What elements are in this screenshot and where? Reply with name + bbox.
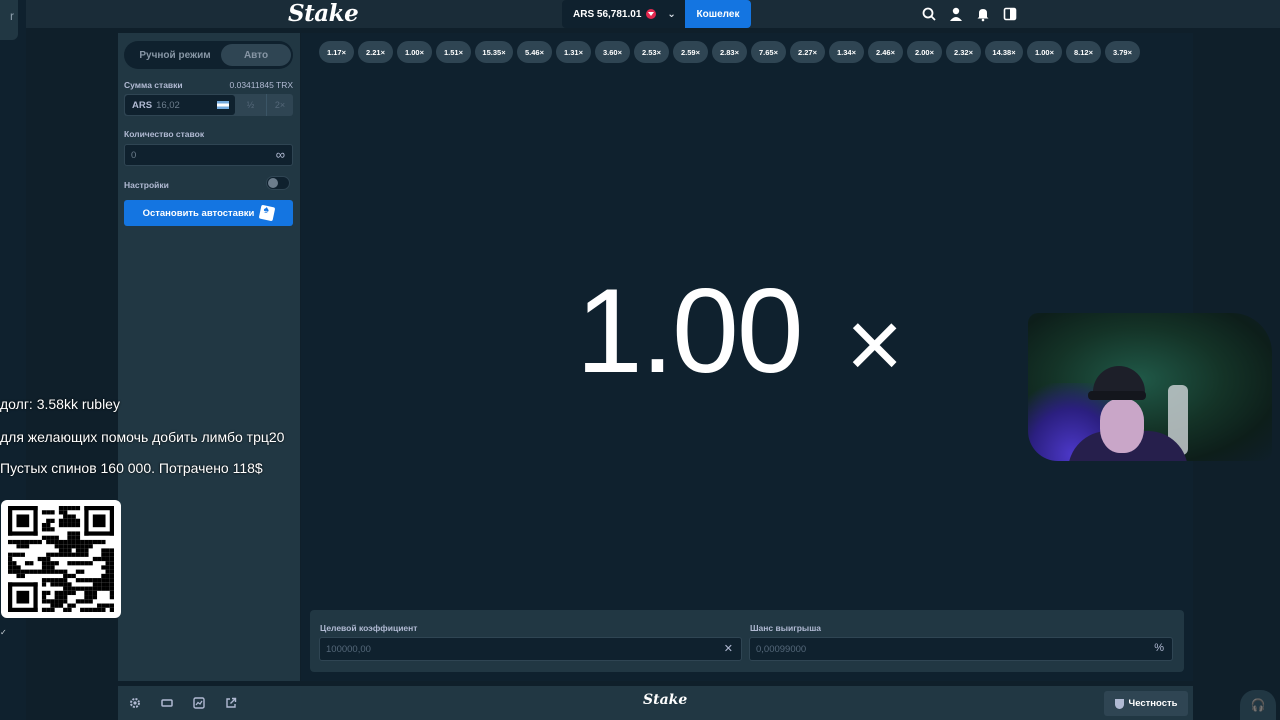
balance-selector[interactable]: ARS 56,781.01 ⌄: [562, 0, 686, 28]
history-chip[interactable]: 2.27×: [790, 41, 825, 63]
streamer-webcam: [1028, 313, 1272, 461]
settings-toggle[interactable]: [266, 176, 290, 190]
cards-icon: [259, 204, 276, 222]
balance-amount: ARS 56,781.01: [573, 8, 642, 20]
popout-icon[interactable]: [225, 697, 237, 709]
history-chip[interactable]: 2.46×: [868, 41, 903, 63]
settings-label: Настройки: [124, 180, 169, 190]
game-inputs: Целевой коэффициент 100000,00 ✕ Шанс выи…: [310, 610, 1184, 672]
fairness-label: Честность: [1128, 698, 1178, 709]
stats-icon[interactable]: [193, 697, 205, 709]
chevron-down-icon: ⌄: [667, 8, 676, 20]
target-multiplier-label: Целевой коэффициент: [320, 623, 418, 633]
history-chip[interactable]: 1.51×: [436, 41, 471, 63]
check-mark-icon: ✓: [0, 628, 7, 637]
history-chip[interactable]: 3.60×: [595, 41, 630, 63]
history-chip[interactable]: 2.00×: [907, 41, 942, 63]
overlay-spins-text: Пустых спинов 160 000. Потрачено 118$: [0, 460, 263, 476]
footer-stake-logo: Stake: [643, 692, 688, 708]
user-icon[interactable]: [948, 6, 964, 22]
game-footer: Stake Честность: [118, 686, 1193, 720]
history-chip[interactable]: 15.35×: [475, 41, 513, 63]
history-chip[interactable]: 2.83×: [712, 41, 747, 63]
bet-control-panel: Ручной режим Авто Сумма ставки 0.0341184…: [118, 33, 300, 681]
bet-count-value: 0: [131, 149, 137, 161]
bet-count-input[interactable]: 0 ∞: [124, 144, 293, 166]
live-support-icon[interactable]: 🎧: [1240, 690, 1276, 720]
history-chip[interactable]: 1.34×: [829, 41, 864, 63]
argentina-flag-icon: [217, 101, 229, 109]
sidebar-toggle-icon[interactable]: [1002, 6, 1018, 22]
win-chance-value: 0,00099000: [756, 643, 807, 655]
overlay-debt-text: долг: 3.58kk rubley: [0, 396, 120, 412]
bet-amount-row: ARS 16,02 ½ 2×: [124, 94, 293, 116]
search-icon[interactable]: [921, 6, 937, 22]
tab-auto[interactable]: Авто: [221, 44, 291, 66]
clear-icon[interactable]: ✕: [724, 642, 733, 655]
history-chip[interactable]: 5.46×: [517, 41, 552, 63]
history-chip[interactable]: 2.53×: [634, 41, 669, 63]
bet-amount-crypto: 0.03411845 TRX: [229, 80, 293, 90]
percent-icon: %: [1154, 642, 1164, 654]
bet-currency: ARS: [132, 99, 153, 111]
mode-switch: Ручной режим Авто: [124, 41, 293, 69]
shield-icon: [1114, 698, 1124, 709]
history-chip[interactable]: 1.17×: [319, 41, 354, 63]
target-multiplier-input[interactable]: 100000,00 ✕: [319, 637, 742, 661]
bet-count-label: Количество ставок: [124, 129, 205, 139]
history-chip[interactable]: 7.65×: [751, 41, 786, 63]
theater-mode-icon[interactable]: [161, 697, 173, 709]
history-chip[interactable]: 2.32×: [946, 41, 981, 63]
history-chip[interactable]: 1.31×: [556, 41, 591, 63]
history-chip[interactable]: 2.59×: [673, 41, 708, 63]
tron-currency-icon: [646, 9, 657, 19]
qr-code-pattern: [8, 506, 114, 612]
history-chip[interactable]: 1.00×: [397, 41, 432, 63]
settings-icon[interactable]: [129, 697, 141, 709]
target-multiplier-value: 100000,00: [326, 643, 371, 655]
history-chip[interactable]: 2.21×: [358, 41, 393, 63]
history-chip[interactable]: 3.79×: [1105, 41, 1140, 63]
overlay-help-text: для желающих помочь добить лимбо трц20: [0, 429, 285, 445]
stake-logo[interactable]: Stake: [288, 0, 359, 28]
bet-amount-value: 16,02: [156, 99, 180, 111]
double-bet-button[interactable]: 2×: [266, 94, 293, 116]
fairness-button[interactable]: Честность: [1104, 691, 1188, 716]
win-chance-input[interactable]: 0,00099000 %: [749, 637, 1173, 661]
sidebar-tab-glyph: r: [10, 9, 14, 23]
tab-manual[interactable]: Ручной режим: [127, 44, 223, 66]
result-multiplier-suffix: ×: [846, 289, 904, 399]
win-chance-label: Шанс выигрыша: [750, 623, 822, 633]
history-chip[interactable]: 14.38×: [985, 41, 1023, 63]
history-chip[interactable]: 8.12×: [1066, 41, 1101, 63]
stop-autobet-button[interactable]: Остановить автоставки: [124, 200, 293, 226]
infinity-icon[interactable]: ∞: [276, 147, 285, 162]
result-multiplier: 1.00: [576, 264, 804, 398]
donation-qr-code: [1, 500, 121, 618]
history-chip[interactable]: 1.00×: [1027, 41, 1062, 63]
bet-amount-label: Сумма ставки: [124, 80, 183, 90]
result-history: 1.17× 2.21× 1.00× 1.51× 15.35× 5.46× 1.31× 3.60…: [319, 41, 1140, 63]
sidebar-collapse-tab[interactable]: r: [0, 0, 18, 40]
bet-amount-input[interactable]: ARS 16,02: [125, 95, 235, 115]
half-bet-button[interactable]: ½: [237, 94, 264, 116]
bell-icon[interactable]: [975, 6, 991, 22]
stop-autobet-label: Остановить автоставки: [142, 207, 255, 219]
wallet-button[interactable]: Кошелек: [685, 0, 751, 28]
